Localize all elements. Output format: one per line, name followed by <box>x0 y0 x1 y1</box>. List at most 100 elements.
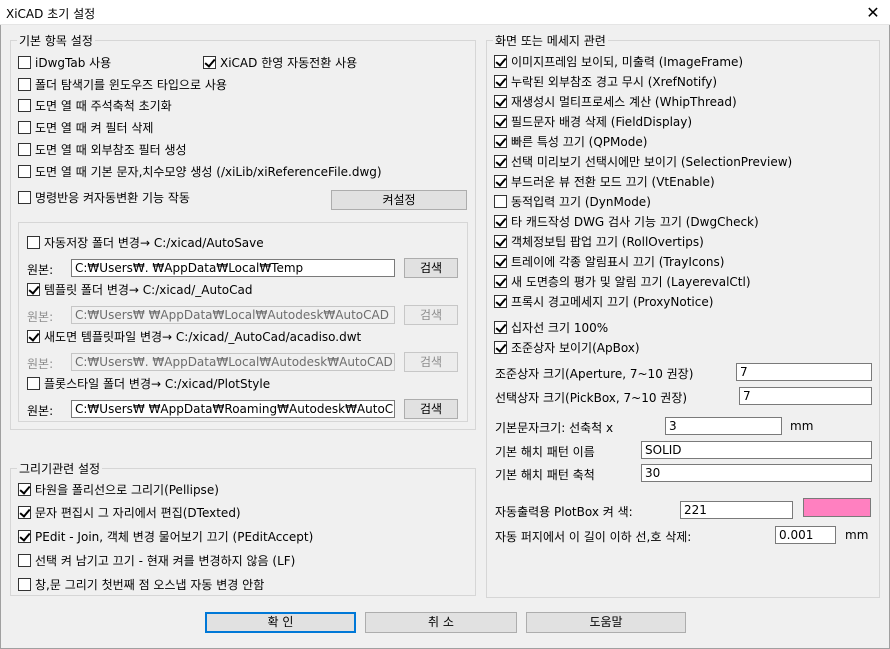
checkbox-box[interactable] <box>18 77 31 91</box>
checkbox-label: iDwgTab 사용 <box>35 55 112 70</box>
close-icon[interactable]: ✕ <box>856 0 890 25</box>
checkbox-box[interactable] <box>494 114 507 128</box>
checkbox-default-styles[interactable]: 도면 열 때 기본 문자,치수모양 생성 (/xiLib/xiReference… <box>18 162 382 180</box>
checkbox-label: 플롯스타일 폴더 변경→ C:/xicad/PlotStyle <box>44 376 271 391</box>
hatch-pattern-input[interactable]: SOLID <box>641 441 872 459</box>
checkbox-lf[interactable]: 선택 켜 남기고 끄기 - 현재 켜를 변경하지 않음 (LF) <box>18 551 295 569</box>
plotstyle-path-field[interactable]: C:₩Users₩ ₩AppData₩Roaming₩Autodesk₩Auto… <box>71 400 395 418</box>
checkbox-xref-filter[interactable]: 도면 열 때 외부참조 필터 생성 <box>18 140 187 158</box>
hatch-scale-label: 기본 해치 패턴 축척 <box>495 468 595 482</box>
checkbox-dynmode[interactable]: 동적입력 끄기 (DynMode) <box>494 192 651 210</box>
source-label: 원본: <box>27 404 54 418</box>
checkbox-annoscale-reset[interactable]: 도면 열 때 주석축척 초기화 <box>18 96 172 114</box>
checkbox-box[interactable] <box>494 254 507 268</box>
checkbox-box[interactable] <box>18 190 31 204</box>
basic-settings-legend: 기본 항목 설정 <box>19 34 93 48</box>
checkbox-new-template-file[interactable]: 새도면 템플릿파일 변경→ C:/xicad/_AutoCad/acadiso.… <box>27 327 361 345</box>
search-button[interactable]: 검색 <box>404 258 458 278</box>
help-button[interactable]: 도움말 <box>526 612 686 633</box>
checkbox-template-folder[interactable]: 템플릿 폴더 변경→ C:/xicad/_AutoCad <box>27 280 253 298</box>
checkbox-box[interactable] <box>18 98 31 112</box>
checkbox-box[interactable] <box>494 320 507 334</box>
checkbox-box[interactable] <box>18 482 31 496</box>
pickbox-input[interactable]: 7 <box>739 387 872 405</box>
purge-length-input[interactable]: 0.001 <box>775 526 836 544</box>
checkbox-xrefnotify[interactable]: 누락된 외부참조 경고 무시 (XrefNotify) <box>494 72 717 90</box>
checkbox-dtexted[interactable]: 문자 편집시 그 자리에서 편집(DTexted) <box>18 503 241 521</box>
checkbox-box[interactable] <box>494 294 507 308</box>
autosave-path-field[interactable]: C:₩Users₩. ₩AppData₩Local₩Temp <box>71 259 395 277</box>
aperture-input[interactable]: 7 <box>736 363 872 381</box>
cancel-button[interactable]: 취 소 <box>365 612 517 633</box>
checkbox-box[interactable] <box>203 55 216 69</box>
checkbox-box[interactable] <box>494 154 507 168</box>
checkbox-box[interactable] <box>494 340 507 354</box>
checkbox-whipthread[interactable]: 재생성시 멀티프로세스 계산 (WhipThread) <box>494 92 737 110</box>
checkbox-box[interactable] <box>494 134 507 148</box>
new-template-path-field: C:₩Users₩. ₩AppData₩Local₩Autodesk₩AutoC… <box>71 353 395 371</box>
checkbox-dwgcheck[interactable]: 타 캐드작성 DWG 검사 기능 끄기 (DwgCheck) <box>494 212 759 230</box>
checkbox-layerevalctl[interactable]: 새 도면층의 평가 및 알림 끄기 (LayerevalCtl) <box>494 272 751 290</box>
checkbox-plotstyle-folder[interactable]: 플롯스타일 폴더 변경→ C:/xicad/PlotStyle <box>27 374 270 392</box>
checkbox-vtenable[interactable]: 부드러운 뷰 전환 모드 끄기 (VtEnable) <box>494 172 715 190</box>
checkbox-label: 자동저장 폴더 변경→ C:/xicad/AutoSave <box>44 235 264 250</box>
checkbox-box[interactable] <box>18 120 31 134</box>
checkbox-osnap-auto[interactable]: 창,문 그리기 첫번째 점 오스냅 자동 변경 안함 <box>18 575 264 593</box>
checkbox-box[interactable] <box>18 505 31 519</box>
checkbox-windows-explorer[interactable]: 폴더 탐색기를 윈도우즈 타입으로 사용 <box>18 75 227 93</box>
checkbox-box[interactable] <box>18 553 31 567</box>
source-label: 원본: <box>27 263 54 277</box>
checkbox-label: 새도면 템플릿파일 변경→ C:/xicad/_AutoCad/acadiso.… <box>44 329 362 344</box>
checkbox-box[interactable] <box>18 164 31 178</box>
checkbox-box[interactable] <box>494 74 507 88</box>
checkbox-box[interactable] <box>27 329 40 343</box>
checkbox-box[interactable] <box>27 235 40 249</box>
checkbox-autosave-folder[interactable]: 자동저장 폴더 변경→ C:/xicad/AutoSave <box>27 233 264 251</box>
checkbox-qpmode[interactable]: 빠른 특성 끄기 (QPMode) <box>494 132 647 150</box>
text-size-input[interactable]: 3 <box>665 417 782 435</box>
plotbox-label: 자동출력용 PlotBox 켜 색: <box>495 505 633 519</box>
checkbox-box[interactable] <box>27 282 40 296</box>
checkbox-delete-layer-filter[interactable]: 도면 열 때 켜 필터 삭제 <box>18 118 153 136</box>
checkbox-label: 객체정보팁 팝업 끄기 (RollOvertips) <box>511 234 704 249</box>
hatch-scale-input[interactable]: 30 <box>641 464 872 482</box>
checkbox-proxynotice[interactable]: 프록시 경고메세지 끄기 (ProxyNotice) <box>494 292 713 310</box>
plotbox-color-swatch[interactable] <box>803 498 871 517</box>
checkbox-box[interactable] <box>494 274 507 288</box>
checkbox-pellipse[interactable]: 타원을 폴리선으로 그리기(Pellipse) <box>18 480 219 498</box>
checkbox-box[interactable] <box>18 142 31 156</box>
checkbox-selectionpreview[interactable]: 선택 미리보기 선택시에만 보이기 (SelectionPreview) <box>494 152 792 170</box>
checkbox-label: 창,문 그리기 첫번째 점 오스냅 자동 변경 안함 <box>35 577 265 592</box>
checkbox-box[interactable] <box>494 194 507 208</box>
plotbox-color-input[interactable]: 221 <box>680 501 793 519</box>
checkbox-apbox[interactable]: 조준상자 보이기(ApBox) <box>494 338 640 356</box>
checkbox-box[interactable] <box>494 174 507 188</box>
checkbox-box[interactable] <box>18 529 31 543</box>
checkbox-box[interactable] <box>18 55 31 69</box>
checkbox-box[interactable] <box>27 376 40 390</box>
checkbox-label: 새 도면층의 평가 및 알림 끄기 (LayerevalCtl) <box>511 274 751 289</box>
source-label: 원본: <box>27 357 54 371</box>
checkbox-crosshair-size[interactable]: 십자선 크기 100% <box>494 318 608 336</box>
checkbox-box[interactable] <box>494 214 507 228</box>
checkbox-box[interactable] <box>18 577 31 591</box>
search-button[interactable]: 검색 <box>404 399 458 419</box>
checkbox-label: 선택 미리보기 선택시에만 보이기 (SelectionPreview) <box>511 154 793 169</box>
layer-settings-button[interactable]: 켜설정 <box>331 190 467 210</box>
checkbox-xicad-hanyoung[interactable]: XiCAD 한영 자동전환 사용 <box>203 53 357 71</box>
checkbox-box[interactable] <box>494 54 507 68</box>
purge-label: 자동 퍼지에서 이 길이 이하 선,호 삭제: <box>495 530 692 544</box>
checkbox-rollovertips[interactable]: 객체정보팁 팝업 끄기 (RollOvertips) <box>494 232 704 250</box>
checkbox-label: 누락된 외부참조 경고 무시 (XrefNotify) <box>511 74 718 89</box>
ok-button[interactable]: 확 인 <box>205 612 356 633</box>
checkbox-label: 템플릿 폴더 변경→ C:/xicad/_AutoCad <box>44 282 253 297</box>
checkbox-box[interactable] <box>494 234 507 248</box>
checkbox-peditaccept[interactable]: PEdit - Join, 객체 변경 물어보기 끄기 (PEditAccept… <box>18 527 313 545</box>
checkbox-idwgtab[interactable]: iDwgTab 사용 <box>18 53 111 71</box>
checkbox-box[interactable] <box>494 94 507 108</box>
checkbox-command-layer-switch[interactable]: 명령반응 켜자동변환 기능 작동 <box>18 188 190 206</box>
checkbox-imageframe[interactable]: 이미지프레임 보이되, 미출력 (ImageFrame) <box>494 52 743 70</box>
search-button: 검색 <box>404 305 458 325</box>
checkbox-fielddisplay[interactable]: 필드문자 배경 삭제 (FieldDisplay) <box>494 112 692 130</box>
checkbox-trayicons[interactable]: 트레이에 각종 알림표시 끄기 (TrayIcons) <box>494 252 724 270</box>
